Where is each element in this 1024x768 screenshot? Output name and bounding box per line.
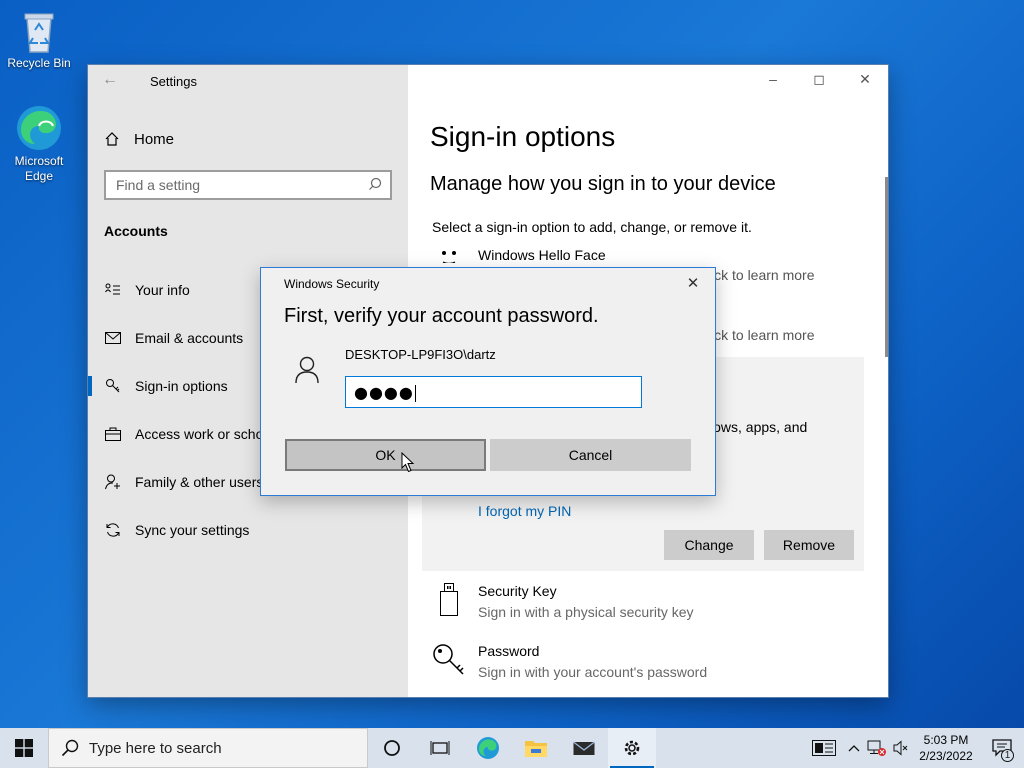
face-icon [432,247,466,263]
close-icon[interactable]: ✕ [842,71,888,88]
text-caret [414,385,416,402]
nav-home-label: Home [134,130,175,148]
taskbar-search-box[interactable]: Type here to search [48,728,368,768]
dialog-close-icon[interactable]: ✕ [681,274,705,292]
find-setting-input[interactable]: Find a setting [104,170,392,200]
mail-icon [104,329,122,347]
usb-key-icon [432,583,466,617]
network-disconnected-icon [867,740,886,756]
user-icon [295,356,319,389]
section-heading-accounts: Accounts [104,223,168,239]
clock-time: 5:03 PM [923,733,969,747]
mouse-pointer-icon [401,452,415,473]
option-password-title: Password [478,643,540,659]
mail-app-button[interactable] [560,728,608,768]
nav-home[interactable]: Home [104,127,174,151]
sidebar-item-sync-settings[interactable]: Sync your settings [88,511,408,549]
chevron-up-icon [848,745,860,752]
click-to-learn-more-2[interactable]: ick to learn more [711,327,814,343]
sidebar-item-label: Email & accounts [135,330,244,346]
dialog-heading: First, verify your account password. [284,305,599,327]
recycle-bin-label: Recycle Bin [7,56,71,70]
edge-icon [17,106,61,150]
remove-button[interactable]: Remove [764,530,854,560]
option-password[interactable]: Password Sign in with your account's pas… [432,643,707,680]
sidebar-item-label: Sign-in options [135,378,228,394]
click-to-learn-more-1[interactable]: ick to learn more [711,267,814,283]
file-explorer-button[interactable] [512,728,560,768]
option-hello-face-title: Windows Hello Face [478,247,606,263]
cancel-button[interactable]: Cancel [490,439,691,471]
pin-description: lows, apps, and [710,419,808,435]
maximize-icon[interactable]: ◻ [796,71,842,88]
taskbar-search-icon [61,739,79,757]
edge-icon [477,737,499,759]
search-icon [368,177,382,194]
network-button[interactable] [864,728,890,768]
password-key-icon [432,643,466,677]
windows-security-dialog: Windows Security ✕ First, verify your ac… [260,267,716,496]
settings-titlebar: ← Settings [88,65,408,97]
sidebar-item-label: Access work or school [135,426,275,442]
recycle-bin-icon [24,13,54,53]
show-hidden-icons-button[interactable] [844,728,864,768]
start-button[interactable] [0,728,48,768]
clock-date: 2/23/2022 [919,749,973,763]
system-tray: 5:03 PM 2/23/2022 1 [804,728,1024,768]
user-card-icon [104,281,122,299]
taskbar-settings-button[interactable] [608,728,656,768]
task-view-icon [430,741,450,755]
person-add-icon [104,473,122,491]
edge-desktop-icon[interactable]: Microsoft Edge [0,104,78,184]
taskbar-clock[interactable]: 5:03 PM 2/23/2022 [912,732,980,764]
cortana-icon [384,740,400,756]
password-input[interactable]: ●●●● [345,376,642,408]
change-button[interactable]: Change [664,530,754,560]
gear-icon [624,740,640,756]
task-view-button[interactable] [416,728,464,768]
taskbar: Type here to search 5:03 PM 2/23/2022 1 [0,728,1024,768]
taskbar-edge-button[interactable] [464,728,512,768]
dialog-username: DESKTOP-LP9FI3O\dartz [345,347,496,362]
briefcase-icon [104,425,122,443]
home-icon [104,131,120,147]
option-hello-face[interactable]: Windows Hello Face [432,247,606,263]
sidebar-item-label: Your info [135,282,190,298]
action-center-button[interactable]: 1 [980,728,1024,768]
news-icon [812,740,836,756]
forgot-pin-link[interactable]: I forgot my PIN [478,503,571,519]
folder-icon [525,741,547,757]
speaker-muted-icon [893,740,908,756]
page-subtitle: Manage how you sign in to your device [430,173,776,195]
minimize-icon[interactable]: – [750,71,796,87]
option-security-key-title: Security Key [478,583,557,599]
news-widget-button[interactable] [804,728,844,768]
cortana-button[interactable] [368,728,416,768]
window-title: Settings [150,74,197,89]
ok-button[interactable]: OK [285,439,486,471]
edge-label-line1: Microsoft [14,154,64,168]
sidebar-item-label: Family & other users [135,474,264,490]
option-security-key-sub: Sign in with a physical security key [478,604,694,620]
option-password-sub: Sign in with your account's password [478,664,708,680]
recycle-bin-desktop-icon[interactable]: Recycle Bin [0,8,78,71]
volume-button[interactable] [890,728,912,768]
edge-label-line2: Edge [24,169,54,183]
mail-icon [573,741,595,755]
dialog-title: Windows Security [284,277,380,291]
sidebar-item-label: Sync your settings [135,522,250,538]
content-scrollbar[interactable] [885,177,888,357]
key-icon [104,377,122,395]
find-setting-placeholder: Find a setting [116,177,201,193]
sync-icon [104,521,122,539]
back-arrow-icon[interactable]: ← [102,71,118,89]
notification-count-badge: 1 [1001,749,1014,762]
page-description: Select a sign-in option to add, change, … [432,219,752,235]
taskbar-search-placeholder: Type here to search [89,739,222,757]
password-mask: ●●●● [354,383,414,402]
windows-logo-icon [15,739,33,757]
option-security-key[interactable]: Security Key Sign in with a physical sec… [432,583,694,620]
page-title: Sign-in options [430,121,616,152]
